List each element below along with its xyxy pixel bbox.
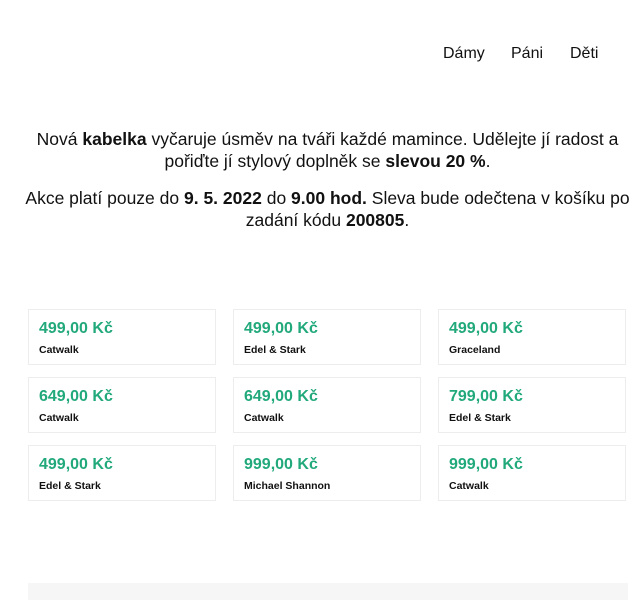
promo-2-code: 200805 [345,210,405,230]
product-brand: Edel & Stark [244,344,306,356]
product-price: 499,00 Kč [244,320,318,337]
product-card[interactable]: 499,00 Kč Edel & Stark [233,309,421,365]
promo-text-2: Akce platí pouze do 9. 5. 2022 do 9.00 h… [20,187,635,231]
product-brand: Catwalk [244,412,284,424]
promo-2-text-d: . [404,210,410,230]
main-nav: Dámy Páni Děti [0,45,640,65]
promo-2-date: 9. 5. 2022 [183,188,262,208]
product-card[interactable]: 499,00 Kč Catwalk [28,309,216,365]
product-price: 499,00 Kč [39,456,113,473]
promo-2-time: 9.00 hod. [291,188,367,208]
promo-1-discount: slevou 20 % [385,151,486,171]
promo-1-product: kabelka [82,129,147,149]
product-card[interactable]: 649,00 Kč Catwalk [28,377,216,433]
product-price: 649,00 Kč [39,388,113,405]
product-price: 799,00 Kč [449,388,523,405]
product-brand: Catwalk [39,344,79,356]
product-brand: Catwalk [449,480,489,492]
product-card[interactable]: 499,00 Kč Graceland [438,309,626,365]
promo-1-text-c: . [485,151,491,171]
product-price: 649,00 Kč [244,388,318,405]
product-brand: Michael Shannon [244,480,331,492]
nav-item-deti[interactable]: Děti [570,45,598,63]
product-card[interactable]: 999,00 Kč Michael Shannon [233,445,421,501]
product-brand: Edel & Stark [39,480,101,492]
promo-1-text-b: vyčaruje úsměv na tváři každé mamince. U… [146,129,619,171]
product-card[interactable]: 649,00 Kč Catwalk [233,377,421,433]
footer-section [28,583,628,600]
promo-2-text-b: do [261,188,292,208]
product-brand: Graceland [449,344,501,356]
product-price: 499,00 Kč [449,320,523,337]
promo-1-text-a: Nová [36,129,83,149]
product-price: 499,00 Kč [39,320,113,337]
product-card[interactable]: 499,00 Kč Edel & Stark [28,445,216,501]
nav-item-pani[interactable]: Páni [511,45,543,63]
product-price: 999,00 Kč [244,456,318,473]
nav-item-damy[interactable]: Dámy [443,45,485,63]
promo-2-text-a: Akce platí pouze do [25,188,184,208]
product-card[interactable]: 799,00 Kč Edel & Stark [438,377,626,433]
product-brand: Catwalk [39,412,79,424]
product-brand: Edel & Stark [449,412,511,424]
product-price: 999,00 Kč [449,456,523,473]
product-card[interactable]: 999,00 Kč Catwalk [438,445,626,501]
promo-text-1: Nová kabelka vyčaruje úsměv na tváři kaž… [20,128,635,172]
